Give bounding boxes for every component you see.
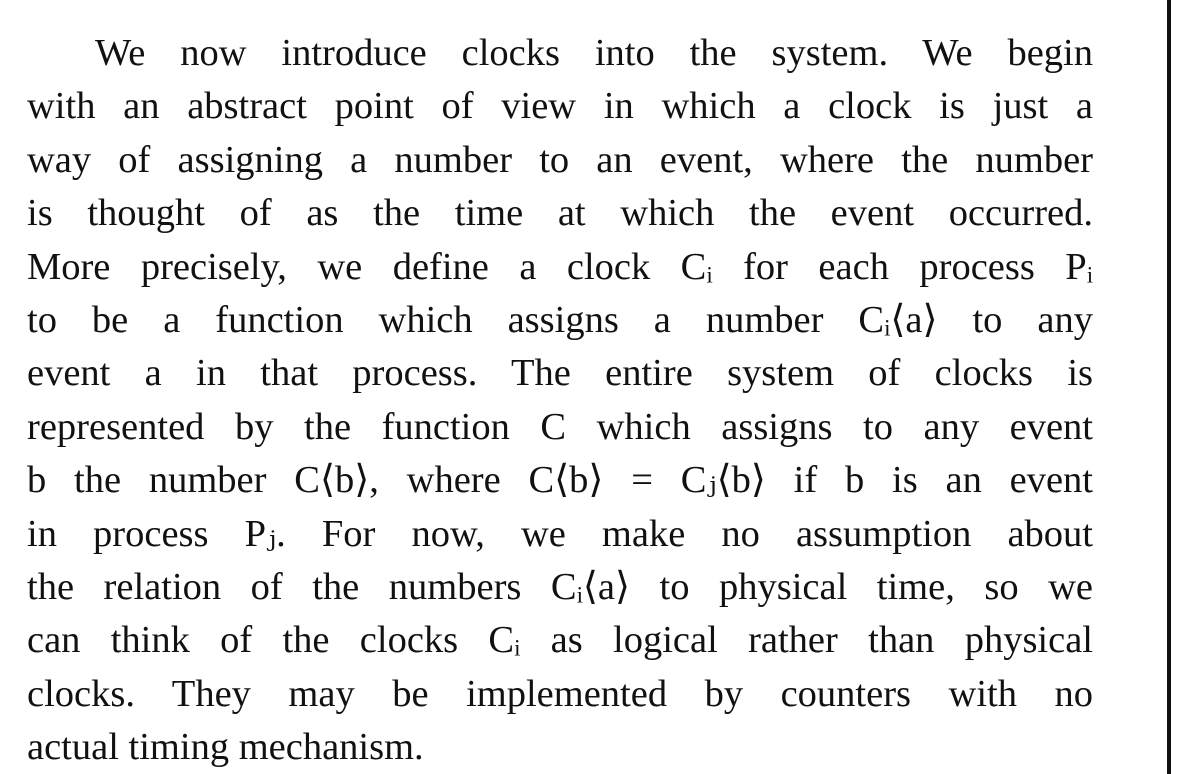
text-line-9: b the number C⟨b⟩, where C⟨b⟩ = Cⱼ⟨b⟩ if… <box>27 459 1093 502</box>
text-line-1: We now introduce clocks into the system.… <box>95 32 1093 74</box>
text-line-3: way of assigning a number to an event, w… <box>27 138 1093 181</box>
paragraph-text: We now introduce clocks into the system.… <box>27 27 1093 774</box>
text-line-14: actual timing mechanism. <box>27 726 424 769</box>
text-line-10: in process Pⱼ. For now, we make no assum… <box>27 512 1093 555</box>
text-line-4: is thought of as the time at which the e… <box>27 192 1093 235</box>
text-line-2: with an abstract point of view in which … <box>27 85 1093 128</box>
text-line-8: represented by the function C which assi… <box>27 405 1093 448</box>
text-line-6: to be a function which assigns a number … <box>27 298 1093 341</box>
text-line-13: clocks. They may be implemented by count… <box>27 672 1093 715</box>
text-line-7: event a in that process. The entire syst… <box>27 352 1093 395</box>
text-line-12: can think of the clocks Cᵢ as logical ra… <box>27 619 1093 662</box>
page-border <box>1167 0 1171 774</box>
text-line-11: the relation of the numbers Cᵢ⟨a⟩ to phy… <box>27 565 1093 608</box>
text-line-5: More precisely, we define a clock Cᵢ for… <box>27 245 1093 288</box>
